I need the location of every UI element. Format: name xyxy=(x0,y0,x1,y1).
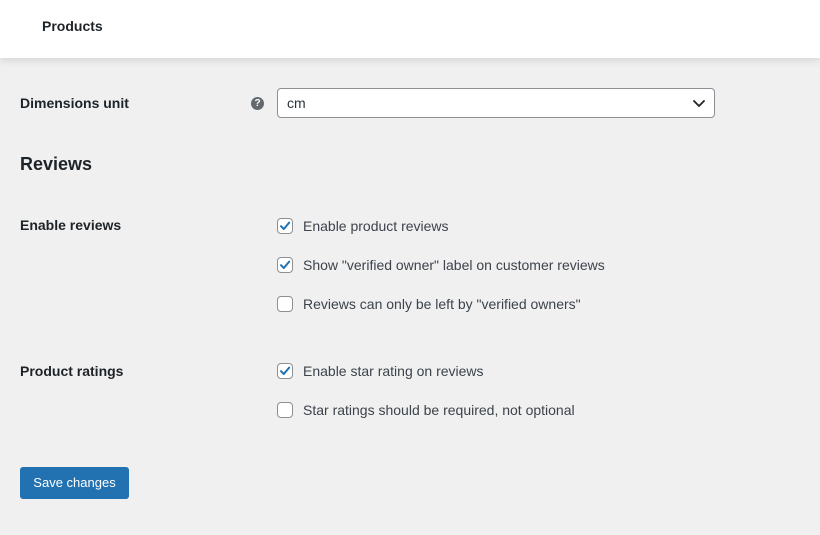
verified-owners-only-checkbox[interactable] xyxy=(277,296,293,312)
reviews-section-title: Reviews xyxy=(20,154,93,174)
verified-owners-only-text: Reviews can only be left by "verified ow… xyxy=(303,296,581,312)
star-ratings-required-text: Star ratings should be required, not opt… xyxy=(303,402,575,418)
enable-product-reviews-checkbox[interactable] xyxy=(277,218,293,234)
enable-star-rating-text: Enable star rating on reviews xyxy=(303,363,484,379)
verified-owner-label-text: Show "verified owner" label on customer … xyxy=(303,257,605,273)
save-changes-button[interactable]: Save changes xyxy=(20,467,129,499)
page-title: Products xyxy=(42,18,103,34)
checkmark-icon xyxy=(280,221,291,230)
enable-reviews-label: Enable reviews xyxy=(20,217,122,233)
enable-product-reviews-text: Enable product reviews xyxy=(303,218,449,234)
top-bar: Products xyxy=(0,0,820,58)
question-mark-icon[interactable]: ? xyxy=(251,97,264,110)
enable-star-rating-checkbox[interactable] xyxy=(277,363,293,379)
checkmark-icon xyxy=(280,260,291,269)
product-ratings-label: Product ratings xyxy=(20,363,124,379)
star-ratings-required-checkbox[interactable] xyxy=(277,402,293,418)
dimensions-unit-select[interactable]: cm xyxy=(277,88,715,118)
verified-owner-label-checkbox[interactable] xyxy=(277,257,293,273)
chevron-down-icon xyxy=(693,100,705,107)
dimensions-unit-value: cm xyxy=(287,95,306,111)
checkmark-icon xyxy=(280,366,291,375)
dimensions-unit-label: Dimensions unit xyxy=(20,95,129,111)
